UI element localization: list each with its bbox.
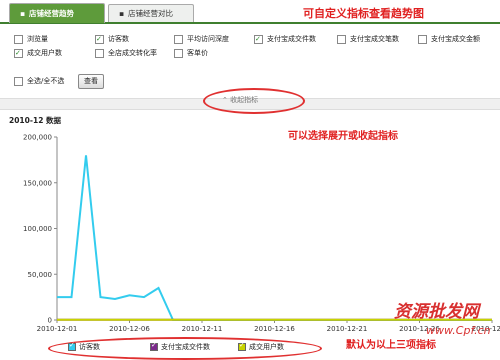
option-label: 平均访问深度 <box>187 35 229 43</box>
checkbox[interactable] <box>95 33 104 45</box>
option-label: 支付宝成交金额 <box>431 35 480 43</box>
checkbox[interactable] <box>95 48 104 58</box>
legend-checkbox[interactable] <box>150 341 158 351</box>
checkbox[interactable] <box>14 76 23 86</box>
legend-checkbox[interactable] <box>68 341 76 351</box>
y-tick-label: 50,000 <box>28 271 53 279</box>
legend-checkbox[interactable] <box>238 341 246 351</box>
annotation-title: 可自定义指标查看趋势图 <box>303 7 424 20</box>
select-all-toggle[interactable]: 全选/全不选 <box>14 75 64 87</box>
tab-label: 店铺经营对比 <box>128 9 173 18</box>
checkbox[interactable] <box>418 34 427 44</box>
legend-item-visitors[interactable]: 访客数 <box>68 341 100 352</box>
view-button[interactable]: 查看 <box>78 74 104 89</box>
y-tick-label: 150,000 <box>23 179 52 187</box>
option-conversion[interactable]: 全店成交转化率 <box>95 47 157 59</box>
option-label: 浏览量 <box>27 35 48 43</box>
option-label: 支付宝成交件数 <box>267 35 316 43</box>
option-label: 访客数 <box>108 35 129 43</box>
annotation-legend: 默认为以上三项指标 <box>346 340 436 351</box>
legend-item-alipay-items[interactable]: 支付宝成交件数 <box>150 341 210 352</box>
option-alipay-items[interactable]: 支付宝成交件数 <box>254 33 316 45</box>
option-alipay-orders[interactable]: 支付宝成交笔数 <box>337 33 399 45</box>
x-tick-label: 2010-12-16 <box>254 325 295 333</box>
option-visitors[interactable]: 访客数 <box>95 33 129 45</box>
option-avg-depth[interactable]: 平均访问深度 <box>174 33 229 45</box>
legend-label: 成交用户数 <box>249 343 284 351</box>
watermark-logo: 资源批发网 <box>394 302 479 322</box>
option-label: 成交用户数 <box>27 49 62 57</box>
checkbox[interactable] <box>337 34 346 44</box>
x-tick-label: 2010-12-11 <box>182 325 223 333</box>
series-line-0 <box>57 155 492 321</box>
y-tick-label: 100,000 <box>23 225 52 233</box>
option-pageviews[interactable]: 浏览量 <box>14 33 48 45</box>
legend-item-buyers[interactable]: 成交用户数 <box>238 341 284 352</box>
option-label: 客单价 <box>187 49 208 57</box>
legend-label: 支付宝成交件数 <box>161 343 210 351</box>
checkbox[interactable] <box>14 34 23 44</box>
option-label: 全店成交转化率 <box>108 49 157 57</box>
tab-shop-trend[interactable]: ▪ 店铺经营趋势 <box>9 3 105 23</box>
x-tick-label: 2010-12-21 <box>327 325 368 333</box>
tab-icon: ▪ <box>20 9 26 18</box>
tab-label: 店铺经营趋势 <box>29 9 74 18</box>
checkbox[interactable] <box>14 47 23 59</box>
watermark-url: www.Cpf.cn <box>426 324 491 337</box>
option-avg-price[interactable]: 客单价 <box>174 47 208 59</box>
annotation-circle <box>203 88 305 114</box>
x-tick-label: 2010-12-01 <box>37 325 78 333</box>
checkbox[interactable] <box>254 33 263 45</box>
option-label: 全选/全不选 <box>27 77 65 85</box>
x-tick-label: 2010-12-06 <box>109 325 150 333</box>
option-buyers[interactable]: 成交用户数 <box>14 47 62 59</box>
tab-shop-compare[interactable]: ▪ 店铺经营对比 <box>108 4 194 22</box>
checkbox[interactable] <box>174 34 183 44</box>
legend-label: 访客数 <box>79 343 100 351</box>
checkbox[interactable] <box>174 48 183 58</box>
tab-bar: ▪ 店铺经营趋势 ▪ 店铺经营对比 可自定义指标查看趋势图 <box>0 0 500 24</box>
tab-icon: ▪ <box>119 9 125 18</box>
y-tick-label: 200,000 <box>23 134 52 142</box>
option-label: 支付宝成交笔数 <box>350 35 399 43</box>
option-alipay-amount[interactable]: 支付宝成交金额 <box>418 33 480 45</box>
y-tick-label: 0 <box>48 317 52 325</box>
